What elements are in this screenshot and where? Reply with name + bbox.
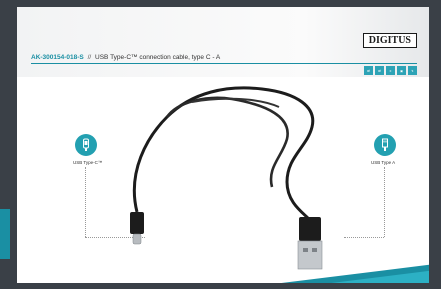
left-border [0, 0, 10, 289]
product-sheet: DIGITUS AK-300154-018-S // USB Type-C™ c… [17, 7, 429, 283]
left-accent [0, 209, 10, 259]
usb-cable-illustration [130, 86, 323, 270]
usb-a-plug [299, 217, 321, 241]
usb-c-plug [130, 212, 144, 234]
footer-decoration [281, 264, 429, 283]
right-border [431, 0, 441, 289]
